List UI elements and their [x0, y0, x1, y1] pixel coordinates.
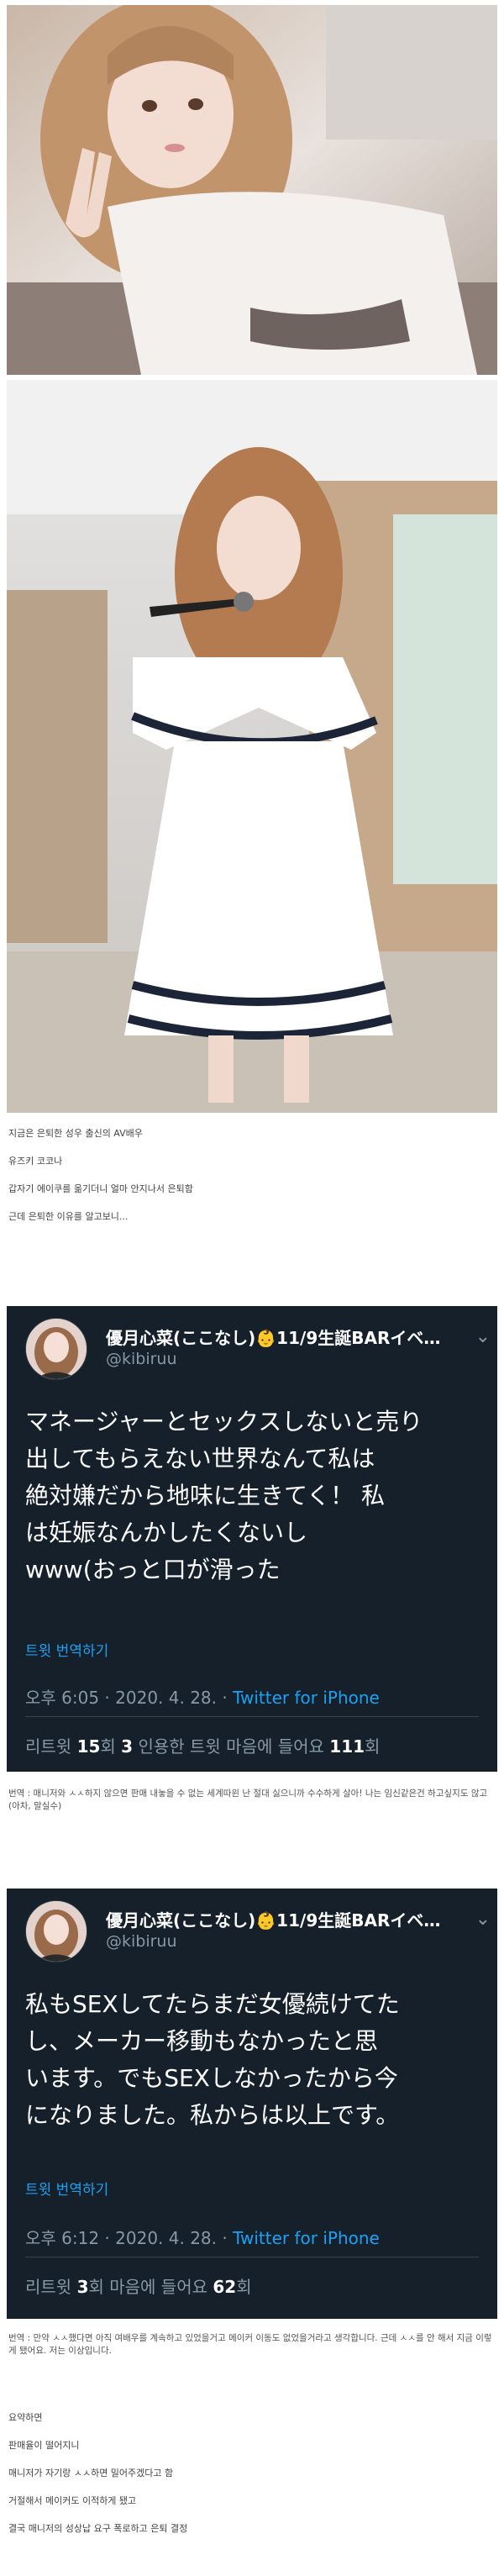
retweets-label[interactable]: 리트윗	[25, 2277, 77, 2297]
summary-line: 거절해서 메이커도 이적하게 됐고	[8, 2495, 137, 2506]
tweet-text-line: います。でもSEXしなかったから今	[25, 2064, 398, 2092]
intro-line: 유즈키 코코나	[8, 1156, 63, 1167]
chevron-down-icon[interactable]: ⌄	[475, 1326, 491, 1347]
user-handle[interactable]: @kibiruu	[106, 1932, 177, 1951]
display-name[interactable]: 優月心菜(ここなし)👶11/9生誕BARイベ…	[106, 1325, 440, 1349]
tweet-timestamp: 오후 6:12 · 2020. 4. 28. · Twitter for iPh…	[25, 2225, 380, 2249]
tweet-timestamp: 오후 6:05 · 2020. 4. 28. · Twitter for iPh…	[25, 1684, 380, 1709]
tweet-text-line: 出してもらえない世界なんて私は	[25, 1445, 375, 1472]
user-handle[interactable]: @kibiruu	[106, 1350, 177, 1368]
retweets-count[interactable]: 15	[77, 1736, 101, 1757]
tweet-text-line: 絶対嫌だから地味に生きてく！ 私	[25, 1482, 386, 1509]
translation-note: 번역 : 만약 ㅅㅅ했다면 아직 여배우를 계속하고 있었을거고 메이커 이동도…	[8, 2333, 492, 2356]
tweet-text-line: し、メーカー移動もなかったと思	[25, 2027, 379, 2055]
photo-stage	[7, 380, 497, 1113]
tweet-header: 優月心菜(ここなし)👶11/9生誕BARイベ… @kibiruu ⌄	[25, 1318, 491, 1380]
avatar[interactable]	[25, 1318, 87, 1380]
tweet-card: 優月心菜(ここなし)👶11/9生誕BARイベ… @kibiruu ⌄ 私もSEX…	[7, 1889, 497, 2319]
tweet-text-line: www(おっと口が滑った	[25, 1556, 281, 1583]
summary-line: 매니저가 자기랑 ㅅㅅ하면 밀어주겠다고 함	[8, 2468, 174, 2479]
likes-unit: 회	[365, 1736, 381, 1757]
tweet-card: 優月心菜(ここなし)👶11/9生誕BARイベ… @kibiruu ⌄ マネージャ…	[7, 1306, 497, 1772]
tweet-stats: 리트윗 3회 마음에 들어요 62회	[25, 2273, 252, 2298]
photo-selfie	[7, 5, 497, 375]
tweet-time[interactable]: 오후 6:05 · 2020. 4. 28. ·	[25, 1688, 233, 1708]
summary-line: 요약하면	[8, 2412, 43, 2423]
summary-line: 판매율이 떨어지니	[8, 2440, 80, 2451]
summary-line: 결국 매니저의 성상납 요구 폭로하고 은퇴 결정	[8, 2523, 188, 2534]
tweet-source[interactable]: Twitter for iPhone	[233, 1688, 380, 1708]
translation-note: 번역 : 매니저와 ㅅㅅ하지 않으면 판매 내놓을 수 없는 세계따윈 난 절대…	[8, 1788, 488, 1811]
retweets-unit[interactable]: 회 마음에 들어요	[88, 2277, 213, 2297]
display-name[interactable]: 優月心菜(ここなし)👶11/9生誕BARイベ…	[106, 1907, 440, 1931]
intro-line: 갑자기 에이쿠를 옮기더니 얼마 안지나서 은퇴함	[8, 1183, 193, 1194]
retweets-count[interactable]: 3	[77, 2277, 89, 2297]
likes-count[interactable]: 111	[329, 1736, 365, 1757]
tweet-text-line: になりました。私からは以上です。	[25, 2101, 400, 2129]
tweet-source[interactable]: Twitter for iPhone	[233, 2228, 380, 2248]
intro-line: 근데 은퇴한 이유를 알고보니...	[8, 1211, 129, 1222]
likes-count[interactable]: 62	[213, 2277, 236, 2297]
tweet-text: マネージャーとセックスしないと売り 出してもらえない世界なんて私は 絶対嫌だから…	[25, 1404, 483, 1588]
tweet-text-line: は妊娠なんかしたくないし	[25, 1519, 308, 1546]
tweet-text-line: 私もSEXしてたらまだ女優続けてた	[25, 1990, 400, 2018]
divider	[25, 1716, 479, 1717]
quotes-label[interactable]: 인용한 트윗 마음에 들어요	[133, 1736, 329, 1757]
tweet-time[interactable]: 오후 6:12 · 2020. 4. 28. ·	[25, 2228, 233, 2248]
tweet-header: 優月心菜(ここなし)👶11/9生誕BARイベ… @kibiruu ⌄	[25, 1900, 491, 1962]
intro-line: 지금은 은퇴한 성우 출신의 AV배우	[8, 1128, 143, 1139]
tweet-stats: 리트윗 15회 3 인용한 트윗 마음에 들어요 111회	[25, 1733, 380, 1757]
tweet-text: 私もSEXしてたらまだ女優続けてた し、メーカー移動もなかったと思 います。でも…	[25, 1986, 483, 2134]
translate-link[interactable]: 트윗 번역하기	[25, 2178, 108, 2199]
retweets-unit: 회	[100, 1736, 122, 1757]
chevron-down-icon[interactable]: ⌄	[475, 1909, 491, 1930]
likes-unit: 회	[236, 2277, 252, 2297]
retweets-label[interactable]: 리트윗	[25, 1736, 77, 1757]
avatar[interactable]	[25, 1900, 87, 1962]
tweet-text-line: マネージャーとセックスしないと売り	[25, 1408, 423, 1436]
quotes-count[interactable]: 3	[121, 1736, 133, 1757]
translate-link[interactable]: 트윗 번역하기	[25, 1639, 108, 1660]
